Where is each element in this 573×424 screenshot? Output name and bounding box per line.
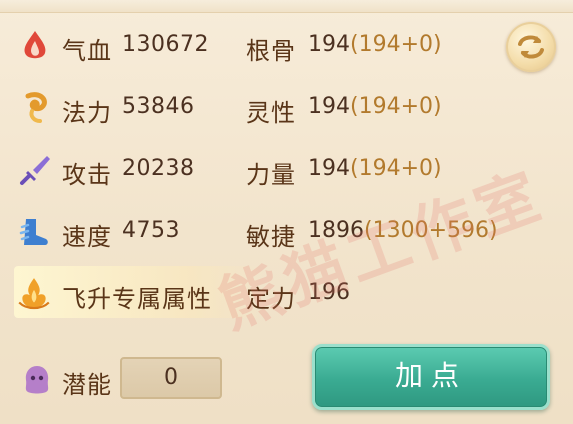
stat-value: 20238 <box>122 156 195 181</box>
attr-label: 敏捷 <box>246 223 296 251</box>
stat-row-ascend: 飞升专属属性 定力 196 <box>0 268 560 320</box>
attr-detail: (194+0) <box>350 94 442 119</box>
attribute-panel: 气血 130672 根骨 194(194+0) 法力 53846 灵性 194(… <box>0 0 573 424</box>
stat-row-attack: 攻击 20238 力量 194(194+0) <box>0 144 560 196</box>
blood-drop-icon <box>24 31 46 59</box>
sword-icon <box>20 156 50 185</box>
attr-detail: (194+0) <box>350 156 442 181</box>
attr-value: 194(194+0) <box>308 32 442 57</box>
stat-label: 速度 <box>62 223 112 251</box>
attr-value: 194(194+0) <box>308 94 442 119</box>
flame-lotus-icon <box>18 278 50 310</box>
stat-value: 4753 <box>122 218 180 243</box>
swap-arrows-icon <box>518 35 544 59</box>
add-points-button[interactable]: 加点 <box>312 344 550 410</box>
attr-value: 1896(1300+596) <box>308 218 498 243</box>
attr-label: 根骨 <box>246 37 296 65</box>
ghost-icon <box>25 366 49 394</box>
stat-row-speed: 速度 4753 敏捷 1896(1300+596) <box>0 206 560 258</box>
stat-value: 130672 <box>122 32 209 57</box>
refresh-button[interactable] <box>506 22 556 72</box>
boot-wing-icon <box>19 219 48 245</box>
attr-base: 1896 <box>308 218 364 243</box>
attr-label: 灵性 <box>246 99 296 127</box>
attr-base: 194 <box>308 32 350 57</box>
stat-row-hp: 气血 130672 根骨 194(194+0) <box>0 20 560 72</box>
stat-label: 气血 <box>62 37 112 65</box>
ascend-label: 飞升专属属性 <box>62 285 212 313</box>
attr-base: 194 <box>308 156 350 181</box>
stat-label: 法力 <box>62 99 112 127</box>
attr-base: 194 <box>308 94 350 119</box>
attr-detail: (1300+596) <box>364 218 498 243</box>
attr-label: 力量 <box>246 161 296 189</box>
potential-label: 潜能 <box>62 371 112 399</box>
potential-value: 0 <box>120 357 222 399</box>
attr-detail: (194+0) <box>350 32 442 57</box>
attr-value: 196 <box>308 280 350 305</box>
mana-swirl-icon <box>25 92 47 123</box>
attr-value: 194(194+0) <box>308 156 442 181</box>
top-divider <box>0 0 573 13</box>
attr-label: 定力 <box>246 285 296 313</box>
stat-value: 53846 <box>122 94 195 119</box>
stat-row-mp: 法力 53846 灵性 194(194+0) <box>0 82 560 134</box>
stat-label: 攻击 <box>62 161 112 189</box>
